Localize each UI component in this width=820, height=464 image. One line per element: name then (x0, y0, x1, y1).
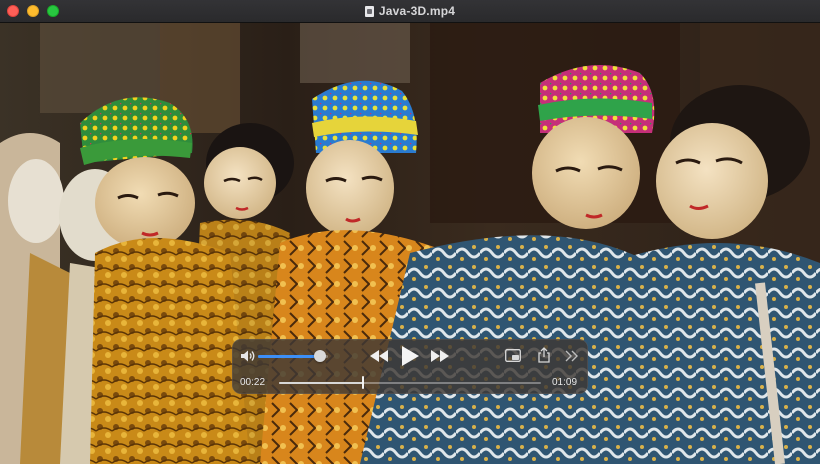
title-group: Java-3D.mp4 (364, 4, 456, 18)
rewind-icon[interactable] (369, 350, 389, 362)
more-icon[interactable] (565, 350, 579, 362)
video-image (0, 23, 820, 464)
elapsed-time: 00:22 (240, 377, 266, 388)
volume-level (258, 355, 320, 358)
window-title: Java-3D.mp4 (378, 4, 456, 18)
timeline-progress (279, 382, 363, 384)
volume-knob[interactable] (313, 350, 326, 362)
playback-controls[interactable]: 00:22 01:09 (232, 339, 588, 394)
video-frame[interactable] (0, 23, 820, 464)
playhead[interactable] (361, 376, 364, 389)
document-icon (364, 5, 374, 17)
player-window: Java-3D.mp4 00:22 01:09 (0, 0, 820, 464)
speaker-icon[interactable] (240, 349, 256, 363)
close-button[interactable] (7, 5, 19, 17)
picture-in-picture-icon[interactable] (505, 349, 521, 362)
window-controls (7, 5, 59, 17)
total-time: 01:09 (552, 377, 578, 388)
play-icon[interactable] (400, 345, 420, 367)
zoom-button[interactable] (47, 5, 59, 17)
fast-forward-icon[interactable] (430, 350, 450, 362)
share-icon[interactable] (537, 347, 551, 363)
title-bar[interactable]: Java-3D.mp4 (0, 0, 820, 23)
minimize-button[interactable] (27, 5, 39, 17)
timeline-scrubber[interactable] (279, 382, 541, 384)
